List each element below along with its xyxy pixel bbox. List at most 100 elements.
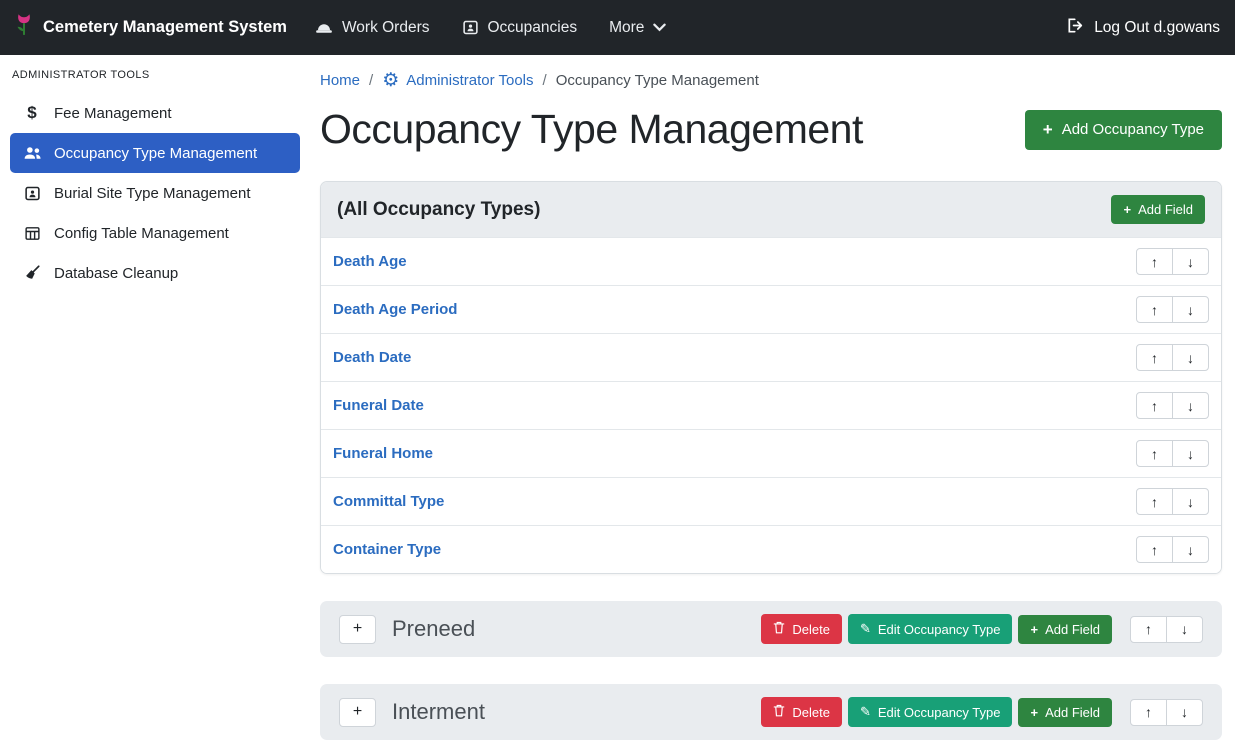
move-down-button[interactable]: ↓	[1172, 392, 1209, 419]
nav-work-orders[interactable]: Work Orders	[315, 19, 430, 37]
table-icon	[20, 225, 44, 242]
arrow-down-icon: ↓	[1181, 704, 1188, 720]
sidebar-item-label: Config Table Management	[54, 225, 229, 242]
move-up-button[interactable]: ↑	[1136, 248, 1173, 275]
field-link-death-age-period[interactable]: Death Age Period	[333, 301, 457, 318]
arrow-up-icon: ↑	[1145, 621, 1152, 637]
move-down-button[interactable]: ↓	[1166, 616, 1203, 643]
logout-icon	[1066, 17, 1085, 39]
plus-icon: +	[353, 620, 362, 638]
move-up-button[interactable]: ↑	[1136, 392, 1173, 419]
card-title: (All Occupancy Types)	[337, 199, 540, 221]
arrow-up-icon: ↑	[1151, 350, 1158, 366]
admin-tools-sidebar: ADMINISTRATOR TOOLS $ Fee Management Occ…	[0, 55, 310, 738]
expand-button[interactable]: +	[339, 615, 376, 644]
logout-link[interactable]: Log Out d.gowans	[1066, 17, 1220, 39]
plus-icon: +	[353, 703, 362, 721]
primary-nav: Work Orders Occupancies More	[315, 19, 667, 37]
arrow-down-icon: ↓	[1187, 494, 1194, 510]
burial-site-icon	[20, 185, 44, 202]
field-link-death-date[interactable]: Death Date	[333, 349, 411, 366]
edit-occupancy-type-button[interactable]: ✎ Edit Occupancy Type	[848, 697, 1013, 727]
nav-label: More	[609, 19, 644, 37]
move-up-button[interactable]: ↑	[1136, 536, 1173, 563]
move-down-button[interactable]: ↓	[1172, 296, 1209, 323]
top-navbar: Cemetery Management System Work Orders O…	[0, 0, 1235, 55]
arrow-up-icon: ↑	[1151, 542, 1158, 558]
pencil-icon: ✎	[860, 704, 871, 720]
occupancy-type-section-interment: + Interment Delete ✎ Edit Occupancy T	[320, 684, 1222, 740]
arrow-up-icon: ↑	[1151, 302, 1158, 318]
move-down-button[interactable]: ↓	[1172, 248, 1209, 275]
move-up-button[interactable]: ↑	[1130, 616, 1167, 643]
sidebar-item-label: Fee Management	[54, 105, 172, 122]
move-up-button[interactable]: ↑	[1130, 699, 1167, 726]
add-occupancy-type-button[interactable]: + Add Occupancy Type	[1025, 110, 1222, 150]
breadcrumb-home[interactable]: Home	[320, 72, 360, 89]
arrow-down-icon: ↓	[1187, 446, 1194, 462]
field-link-death-age[interactable]: Death Age	[333, 253, 407, 270]
reorder-group: ↑ ↓	[1136, 344, 1209, 371]
breadcrumb-separator: /	[543, 72, 547, 89]
move-down-button[interactable]: ↓	[1172, 440, 1209, 467]
plus-icon: +	[1030, 705, 1038, 720]
dollar-icon: $	[20, 103, 44, 123]
move-down-button[interactable]: ↓	[1172, 488, 1209, 515]
arrow-up-icon: ↑	[1151, 398, 1158, 414]
reorder-group: ↑ ↓	[1136, 296, 1209, 323]
chevron-down-icon	[653, 23, 666, 32]
reorder-group: ↑ ↓	[1130, 699, 1203, 726]
field-link-funeral-home[interactable]: Funeral Home	[333, 445, 433, 462]
delete-button[interactable]: Delete	[761, 697, 842, 727]
pencil-icon: ✎	[860, 621, 871, 637]
app-brand[interactable]: Cemetery Management System	[15, 12, 287, 43]
nav-label: Work Orders	[342, 19, 430, 37]
plus-icon: +	[1123, 202, 1131, 217]
move-down-button[interactable]: ↓	[1172, 536, 1209, 563]
add-field-button[interactable]: + Add Field	[1018, 615, 1112, 644]
move-down-button[interactable]: ↓	[1166, 699, 1203, 726]
sidebar-item-burial-site-type-management[interactable]: Burial Site Type Management	[10, 173, 300, 213]
breadcrumb-administrator-tools[interactable]: ⚙ Administrator Tools	[382, 71, 533, 90]
sidebar-item-database-cleanup[interactable]: Database Cleanup	[10, 253, 300, 293]
move-up-button[interactable]: ↑	[1136, 440, 1173, 467]
breadcrumb-current: Occupancy Type Management	[556, 72, 759, 89]
arrow-down-icon: ↓	[1187, 542, 1194, 558]
nav-more[interactable]: More	[609, 19, 666, 37]
table-row: Death Age ↑ ↓	[321, 237, 1221, 285]
gear-icon: ⚙	[382, 71, 399, 90]
sidebar-item-occupancy-type-management[interactable]: Occupancy Type Management	[10, 133, 300, 173]
add-field-button[interactable]: + Add Field	[1111, 195, 1205, 224]
edit-occupancy-type-button[interactable]: ✎ Edit Occupancy Type	[848, 614, 1013, 644]
all-occupancy-types-card: (All Occupancy Types) + Add Field Death …	[320, 181, 1222, 574]
arrow-up-icon: ↑	[1151, 446, 1158, 462]
trash-icon	[773, 704, 785, 720]
field-link-container-type[interactable]: Container Type	[333, 541, 441, 558]
sidebar-item-label: Occupancy Type Management	[54, 145, 257, 162]
move-up-button[interactable]: ↑	[1136, 296, 1173, 323]
reorder-group: ↑ ↓	[1136, 392, 1209, 419]
delete-button[interactable]: Delete	[761, 614, 842, 644]
brand-title: Cemetery Management System	[43, 18, 287, 37]
arrow-down-icon: ↓	[1187, 302, 1194, 318]
field-link-committal-type[interactable]: Committal Type	[333, 493, 444, 510]
nav-occupancies[interactable]: Occupancies	[462, 19, 578, 37]
reorder-group: ↑ ↓	[1136, 440, 1209, 467]
section-title: Interment	[392, 699, 485, 725]
add-field-button[interactable]: + Add Field	[1018, 698, 1112, 727]
breadcrumb: Home / ⚙ Administrator Tools / Occupancy…	[320, 65, 1222, 90]
plus-icon: +	[1043, 120, 1053, 140]
nav-label: Occupancies	[488, 19, 578, 37]
sidebar-item-config-table-management[interactable]: Config Table Management	[10, 213, 300, 253]
arrow-down-icon: ↓	[1187, 398, 1194, 414]
move-down-button[interactable]: ↓	[1172, 344, 1209, 371]
table-row: Funeral Home ↑ ↓	[321, 429, 1221, 477]
table-row: Committal Type ↑ ↓	[321, 477, 1221, 525]
move-up-button[interactable]: ↑	[1136, 344, 1173, 371]
section-actions: Delete ✎ Edit Occupancy Type + Add Field…	[761, 614, 1203, 644]
table-row: Container Type ↑ ↓	[321, 525, 1221, 573]
move-up-button[interactable]: ↑	[1136, 488, 1173, 515]
sidebar-item-fee-management[interactable]: $ Fee Management	[10, 93, 300, 133]
field-link-funeral-date[interactable]: Funeral Date	[333, 397, 424, 414]
expand-button[interactable]: +	[339, 698, 376, 727]
